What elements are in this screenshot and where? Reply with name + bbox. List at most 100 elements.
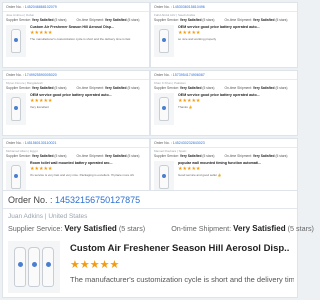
product-title[interactable]: popular wall mounted timing function aut…: [178, 161, 278, 165]
supplier-service-label: Supplier Service:: [6, 86, 31, 90]
product-title[interactable]: Room toilet wall mounted battery operate…: [30, 161, 130, 165]
product-thumbnail[interactable]: [154, 25, 174, 57]
product-title[interactable]: Custom Air Freshener Season Hill Aerosol…: [30, 25, 130, 29]
dispenser-image: [159, 97, 169, 121]
review-comment: so nice and working properly: [178, 37, 217, 41]
ontime-shipment-rating: Very Satisfied: [233, 224, 286, 233]
review-card[interactable]: Order No. : 1573954174906087 Khan K Khan …: [150, 70, 298, 136]
dispenser-image: [11, 97, 21, 121]
review-comment: Thanks 👍: [178, 105, 193, 109]
dispenser-image: [42, 247, 54, 287]
ontime-shipment-label: On-time Shipment:: [76, 18, 104, 22]
ontime-shipment-rating: Very Satisfied: [104, 154, 127, 158]
order-label: Order No. :: [8, 195, 53, 205]
dispenser-image: [11, 29, 21, 53]
rating-stars: ★★★★★: [30, 166, 53, 172]
supplier-service-rating: Very Satisfied: [179, 18, 202, 22]
ontime-shipment-label: On-time Shipment:: [76, 86, 104, 90]
product-thumbnail[interactable]: [154, 93, 174, 125]
order-number[interactable]: 1453036015810496: [173, 5, 205, 9]
product-thumbnail[interactable]: [6, 25, 26, 57]
supplier-service-rating: Very Satisfied: [179, 86, 202, 90]
supplier-service-rating: Very Satisfied: [64, 224, 117, 233]
ontime-shipment-stars: (5 stars): [127, 86, 140, 90]
supplier-service-rating: Very Satisfied: [179, 154, 202, 158]
order-number[interactable]: 1451560130110021: [25, 141, 57, 145]
supplier-service-stars: (5 stars): [54, 86, 67, 90]
ontime-shipment-stars: (5 stars): [287, 224, 314, 233]
ontime-shipment-stars: (5 stars): [275, 18, 288, 22]
product-thumbnail[interactable]: [6, 161, 26, 193]
ontime-shipment-rating: Very Satisfied: [252, 86, 275, 90]
review-comment: The manufacturer's customization cycle i…: [30, 37, 131, 41]
dispenser-image: [11, 165, 21, 189]
service-ratings: Supplier Service: Very Satisfied (5 star…: [3, 17, 149, 23]
review-card-featured[interactable]: Order No. : 14532156750127875 Juan Adkin…: [2, 190, 314, 298]
ontime-shipment-label: On-time Shipment:: [224, 86, 252, 90]
ontime-shipment-label: On-time Shipment:: [171, 224, 232, 233]
product-thumbnail[interactable]: [154, 161, 174, 193]
ontime-shipment-label: On-time Shipment:: [224, 154, 252, 158]
supplier-service-stars: (5 stars): [202, 18, 215, 22]
order-number[interactable]: 1452430232843023: [173, 141, 205, 145]
order-number[interactable]: 1749925590005020: [25, 73, 57, 77]
ontime-shipment-stars: (5 stars): [127, 154, 140, 158]
ontime-shipment-rating: Very Satisfied: [104, 18, 127, 22]
product-thumbnail[interactable]: [8, 241, 60, 293]
order-header: Order No. : 1573954174906087: [151, 71, 297, 80]
buyer-info: Juan Adkins | United States: [8, 213, 88, 220]
supplier-service-stars: (5 stars): [118, 224, 146, 233]
supplier-service-label: Supplier Service:: [154, 18, 179, 22]
dispenser-image: [159, 29, 169, 53]
supplier-service-stars: (5 stars): [202, 86, 215, 90]
service-ratings: Supplier Service: Very Satisfied (5 star…: [3, 153, 149, 159]
ontime-shipment-label: On-time Shipment:: [76, 154, 104, 158]
review-comment: Good service and good seller 👍: [178, 173, 222, 177]
order-header: Order No. : 1451560130110021: [3, 139, 149, 148]
order-header: Order No. : 1452430232843023: [151, 139, 297, 148]
supplier-service-label: Supplier Service:: [154, 154, 179, 158]
service-ratings: Supplier Service: Very Satisfied (5 star…: [3, 223, 314, 237]
service-ratings: Supplier Service: Very Satisfied (5 star…: [151, 17, 297, 23]
supplier-service-label: Supplier Service:: [6, 154, 31, 158]
rating-stars: ★★★★★: [30, 98, 53, 104]
supplier-service-rating: Very Satisfied: [31, 154, 54, 158]
rating-stars: ★★★★★: [178, 98, 201, 104]
product-title[interactable]: OEM service good price battery operated …: [30, 93, 130, 97]
review-comment: It's service is very fast and very nice.…: [30, 173, 134, 177]
supplier-service-stars: (5 stars): [202, 154, 215, 158]
review-card[interactable]: Order No. : 1749925590005020 Myron Fimore…: [2, 70, 150, 136]
order-number[interactable]: 14532156750127875: [55, 195, 140, 205]
order-label: Order No. :: [154, 5, 172, 9]
supplier-service-label: Supplier Service:: [154, 86, 179, 90]
product-title[interactable]: Custom Air Freshener Season Hill Aerosol…: [70, 243, 290, 254]
order-label: Order No. :: [154, 141, 172, 145]
product-thumbnail[interactable]: [6, 93, 26, 125]
ontime-shipment-label: On-time Shipment:: [224, 18, 252, 22]
ontime-shipment-rating: Very Satisfied: [252, 154, 275, 158]
ontime-shipment-stars: (5 stars): [275, 86, 288, 90]
dispenser-image: [14, 247, 26, 287]
review-comment: The manufacturer's customization cycle i…: [70, 275, 294, 284]
ontime-shipment-rating: Very Satisfied: [252, 18, 275, 22]
ontime-shipment-stars: (5 stars): [275, 154, 288, 158]
product-title[interactable]: OEM service good price battery operated …: [178, 93, 278, 97]
supplier-service-rating: Very Satisfied: [31, 18, 54, 22]
ontime-shipment-rating: Very Satisfied: [104, 86, 127, 90]
supplier-service-rating: Very Satisfied: [31, 86, 54, 90]
order-number[interactable]: 1573954174906087: [173, 73, 205, 77]
order-label: Order No. :: [6, 141, 24, 145]
supplier-service-stars: (5 stars): [54, 154, 67, 158]
review-card[interactable]: Order No. : 1452046868102079 Jose Ambreu …: [2, 2, 150, 68]
order-label: Order No. :: [154, 73, 172, 77]
review-card[interactable]: Order No. : 1453036015810496 Fahd Abdul A…: [150, 2, 298, 68]
product-title[interactable]: OEM service good price battery operated …: [178, 25, 278, 29]
rating-stars: ★★★★★: [70, 259, 120, 271]
rating-stars: ★★★★★: [178, 166, 201, 172]
review-comment: Very Excellent: [30, 105, 50, 109]
order-header: Order No. : 1453036015810496: [151, 3, 297, 12]
ontime-shipment-stars: (5 stars): [127, 18, 140, 22]
service-ratings: Supplier Service: Very Satisfied (5 star…: [151, 85, 297, 91]
order-number[interactable]: 1452046868102079: [25, 5, 57, 9]
order-header: Order No. : 14532156750127875: [3, 191, 297, 209]
